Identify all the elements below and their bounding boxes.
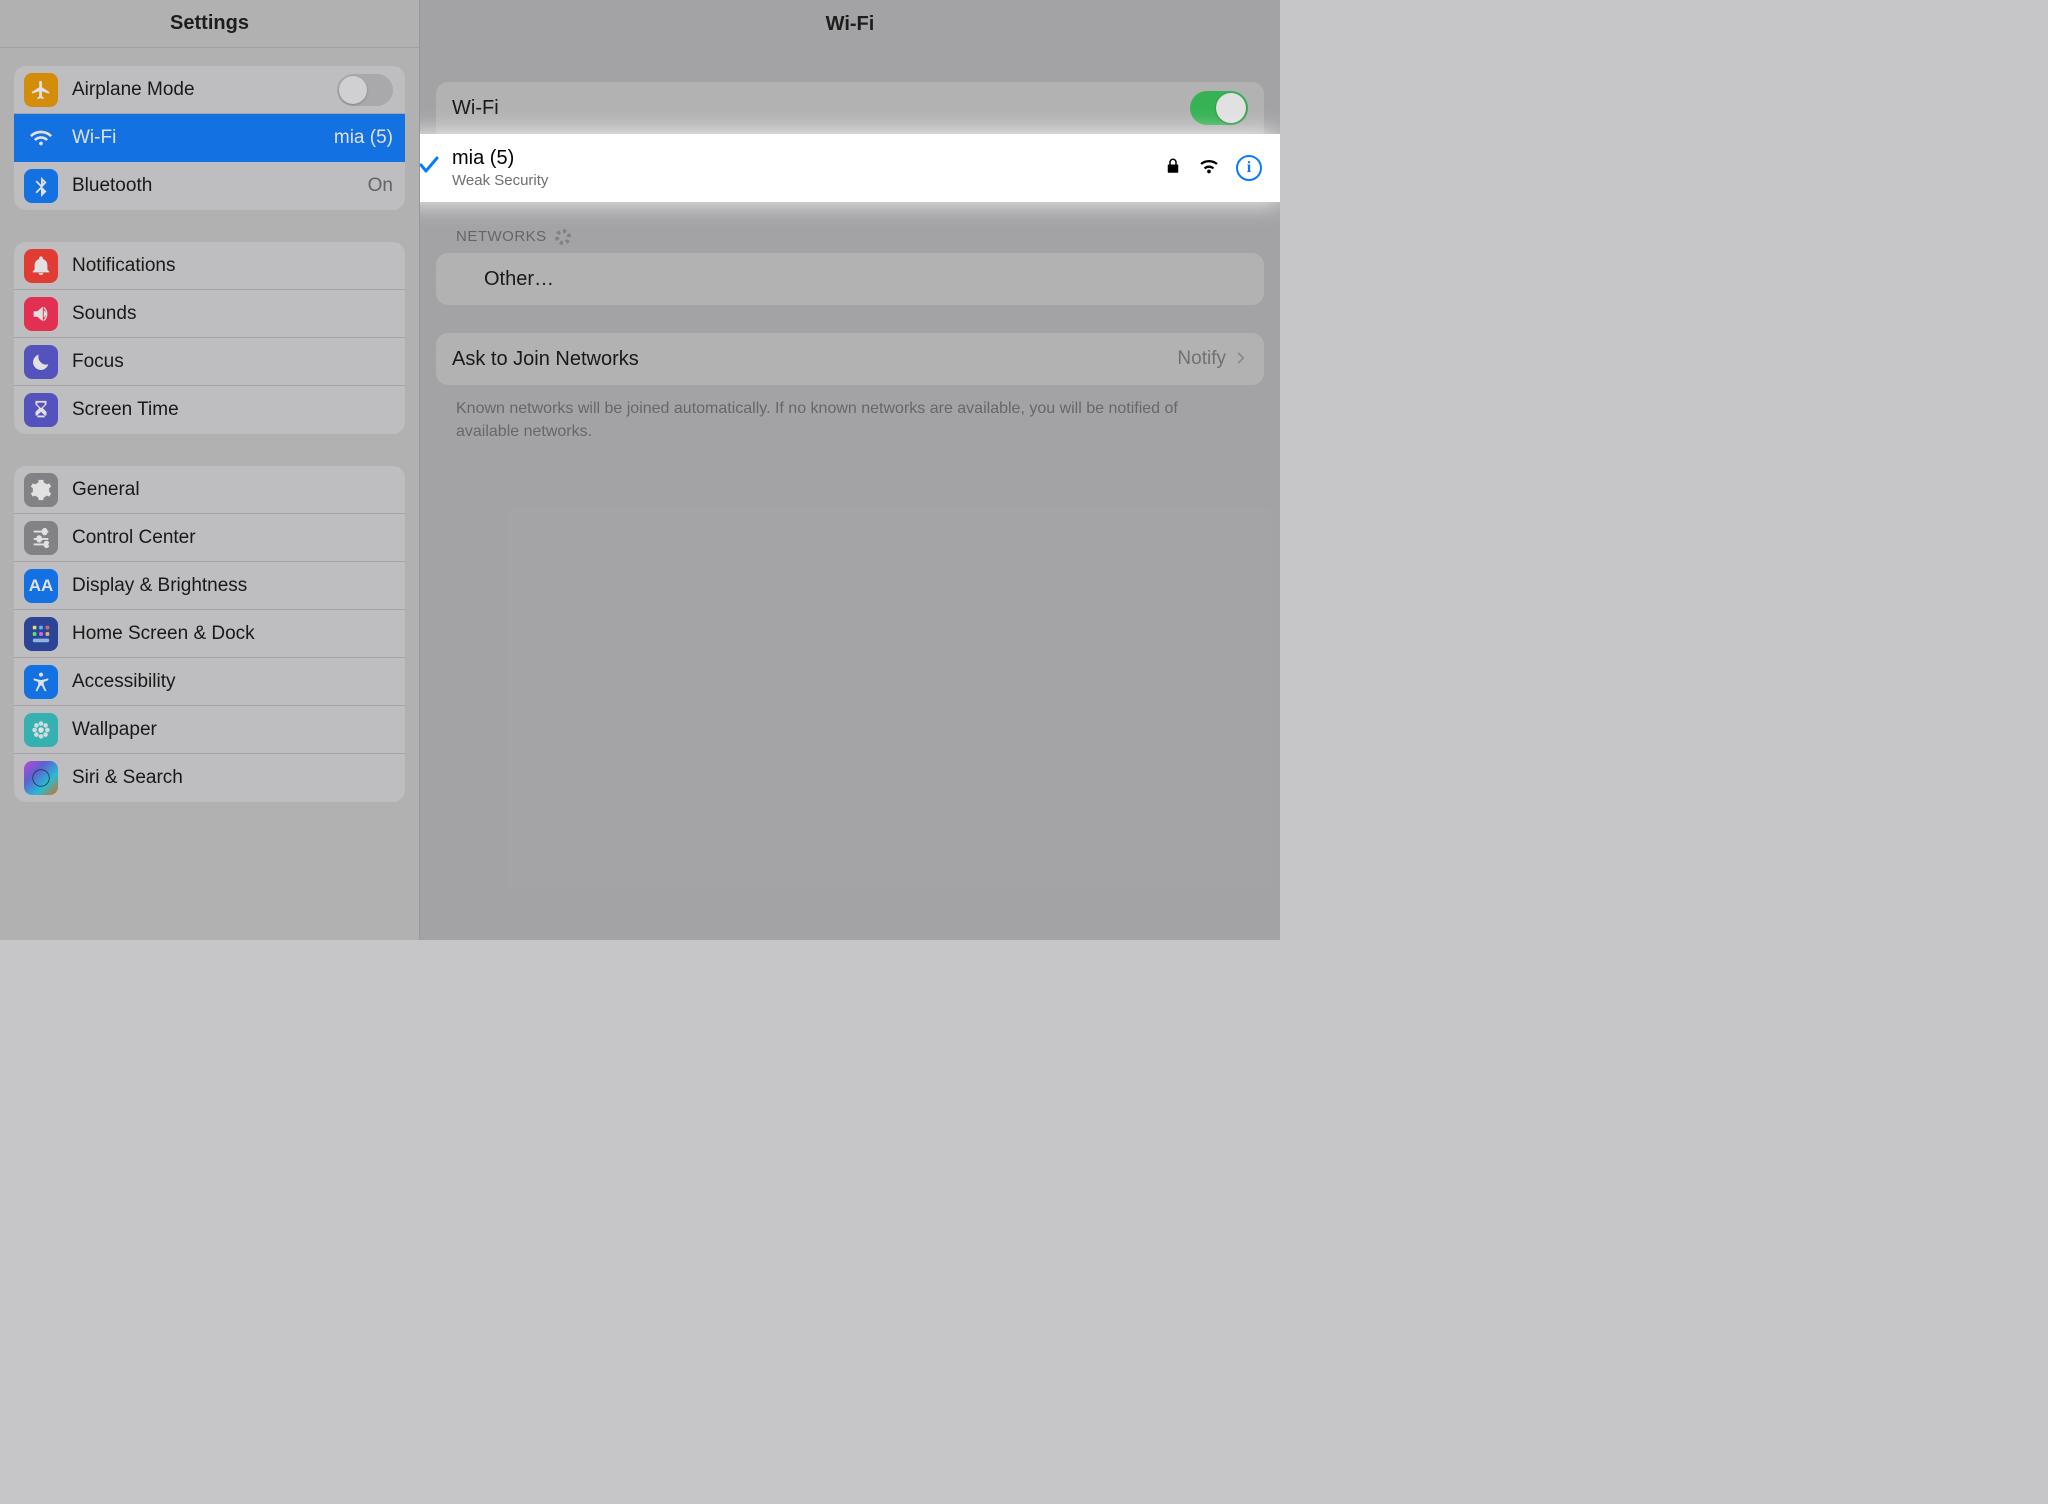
bluetooth-icon — [24, 169, 58, 203]
wifi-enable-row[interactable]: Wi-Fi — [436, 82, 1264, 134]
sidebar-item-label: General — [72, 479, 393, 501]
connected-network-text: mia (5) Weak Security — [448, 147, 1164, 189]
sidebar-item-label: Display & Brightness — [72, 575, 393, 597]
sidebar-group-system: General Control Center AA Display & Brig… — [14, 466, 405, 802]
ask-group: Ask to Join Networks Notify — [436, 333, 1264, 385]
sidebar-item-bluetooth[interactable]: Bluetooth On — [14, 162, 405, 210]
sidebar-item-label: Sounds — [72, 303, 393, 325]
connected-network-row[interactable]: mia (5) Weak Security i — [420, 134, 1280, 202]
sidebar-item-detail: On — [368, 175, 393, 197]
sidebar-item-label: Wallpaper — [72, 719, 393, 741]
sidebar-item-label: Bluetooth — [72, 175, 368, 197]
sidebar-item-label: Airplane Mode — [72, 79, 337, 101]
networks-header-label: NETWORKS — [456, 228, 547, 245]
wifi-icon — [24, 121, 58, 155]
detail-title: Wi-Fi — [420, 0, 1280, 48]
sidebar-item-general[interactable]: General — [14, 466, 405, 514]
other-network-label: Other… — [452, 268, 1248, 291]
connected-network-subtitle: Weak Security — [452, 172, 1164, 189]
ask-value: Notify — [1177, 348, 1226, 370]
wifi-toggle[interactable] — [1190, 91, 1248, 125]
app-grid-icon — [24, 617, 58, 651]
sidebar-item-airplane-mode[interactable]: Airplane Mode — [14, 66, 405, 114]
sidebar-item-home-screen[interactable]: Home Screen & Dock — [14, 610, 405, 658]
flower-icon — [24, 713, 58, 747]
sidebar-item-screen-time[interactable]: Screen Time — [14, 386, 405, 434]
sidebar-item-siri[interactable]: Siri & Search — [14, 754, 405, 802]
accessibility-icon — [24, 665, 58, 699]
wifi-detail-panel: Wi-Fi Wi-Fi mia (5) Weak Security — [420, 0, 1280, 940]
sidebar-item-wifi[interactable]: Wi-Fi mia (5) — [14, 114, 405, 162]
sidebar-item-label: Accessibility — [72, 671, 393, 693]
signal-icon — [1198, 155, 1220, 182]
speaker-icon — [24, 297, 58, 331]
wifi-toggle-group: Wi-Fi — [436, 82, 1264, 134]
sidebar-item-label: Siri & Search — [72, 767, 393, 789]
sliders-icon — [24, 521, 58, 555]
sidebar-item-label: Focus — [72, 351, 393, 373]
sidebar-item-label: Control Center — [72, 527, 393, 549]
sidebar-item-accessibility[interactable]: Accessibility — [14, 658, 405, 706]
spinner-icon — [555, 229, 571, 245]
airplane-toggle[interactable] — [337, 74, 393, 106]
other-networks-group: Other… — [436, 253, 1264, 305]
info-icon[interactable]: i — [1236, 155, 1262, 181]
sidebar-item-label: Wi-Fi — [72, 127, 334, 149]
sidebar-scroll[interactable]: Airplane Mode Wi-Fi mia (5) Bluetooth On — [0, 48, 419, 940]
ask-to-join-row[interactable]: Ask to Join Networks Notify — [436, 333, 1264, 385]
sidebar-title: Settings — [0, 0, 419, 48]
sidebar-group-alerts: Notifications Sounds Focus Screen Time — [14, 242, 405, 434]
sidebar-item-label: Notifications — [72, 255, 393, 277]
sidebar-item-notifications[interactable]: Notifications — [14, 242, 405, 290]
sidebar-item-control-center[interactable]: Control Center — [14, 514, 405, 562]
other-network-row[interactable]: Other… — [436, 253, 1264, 305]
sidebar-item-wallpaper[interactable]: Wallpaper — [14, 706, 405, 754]
airplane-icon — [24, 73, 58, 107]
sidebar-item-detail: mia (5) — [334, 127, 393, 149]
ask-footer-text: Known networks will be joined automatica… — [436, 385, 1264, 443]
moon-icon — [24, 345, 58, 379]
chevron-right-icon — [1234, 348, 1248, 371]
sidebar-item-sounds[interactable]: Sounds — [14, 290, 405, 338]
text-size-icon: AA — [24, 569, 58, 603]
connected-network-name: mia (5) — [452, 147, 1164, 170]
checkmark-icon — [420, 153, 448, 184]
siri-icon — [24, 761, 58, 795]
sidebar-item-label: Home Screen & Dock — [72, 623, 393, 645]
sidebar-item-focus[interactable]: Focus — [14, 338, 405, 386]
gear-icon — [24, 473, 58, 507]
hourglass-icon — [24, 393, 58, 427]
settings-sidebar: Settings Airplane Mode Wi-Fi mia (5) — [0, 0, 420, 940]
networks-section-header: NETWORKS — [436, 202, 1264, 253]
sidebar-item-display[interactable]: AA Display & Brightness — [14, 562, 405, 610]
wifi-toggle-label: Wi-Fi — [452, 97, 1190, 120]
ask-label: Ask to Join Networks — [452, 348, 1177, 371]
lock-icon — [1164, 157, 1182, 180]
sidebar-item-label: Screen Time — [72, 399, 393, 421]
sidebar-group-connectivity: Airplane Mode Wi-Fi mia (5) Bluetooth On — [14, 66, 405, 210]
bell-icon — [24, 249, 58, 283]
